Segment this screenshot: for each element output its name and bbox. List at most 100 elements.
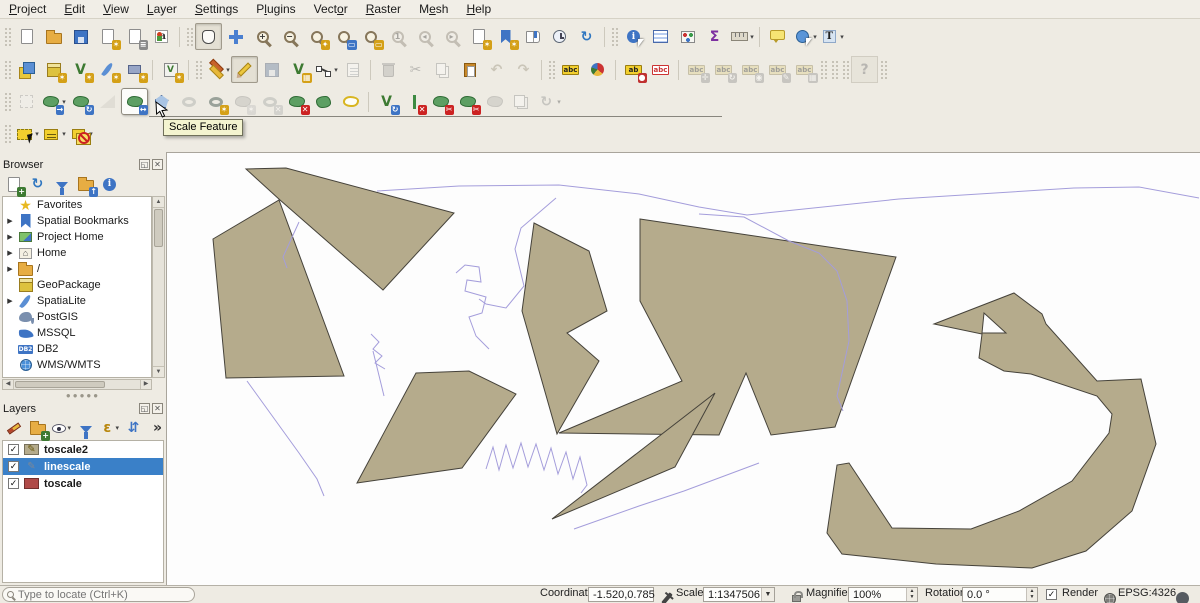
show-layout-manager-button[interactable]: ≡ — [121, 23, 148, 50]
trim-extend-feature-button[interactable]: ✕ — [400, 88, 427, 115]
browser-item-project-home[interactable]: ▶Project Home — [3, 229, 151, 245]
layer-item-toscale[interactable]: ✓toscale — [3, 475, 163, 492]
expander-icon[interactable]: ▶ — [6, 297, 14, 305]
menu-mesh[interactable]: Mesh — [410, 0, 457, 18]
merge-attributes-button[interactable] — [508, 88, 535, 115]
pan-map-button[interactable] — [195, 23, 222, 50]
toolbar-drag-handle[interactable] — [820, 60, 827, 80]
save-project-button[interactable] — [67, 23, 94, 50]
scroll-down-arrow[interactable]: ▼ — [153, 366, 164, 377]
menu-view[interactable]: View — [94, 0, 138, 18]
rotate-feature-button[interactable]: ↻ — [67, 88, 94, 115]
text-annotation-dropdown-icon[interactable]: ▾ — [840, 33, 844, 41]
current-edits-dropdown-icon[interactable]: ▾ — [226, 66, 230, 74]
toolbar-drag-handle[interactable] — [842, 60, 849, 80]
add-part-button[interactable]: ✶ — [229, 88, 256, 115]
nominatim-geocoder-button[interactable]: ▾ — [791, 23, 818, 50]
vertex-tool-button[interactable]: ▾ — [312, 56, 339, 83]
undo-button[interactable]: ↶ — [483, 56, 510, 83]
toolbar-drag-handle[interactable] — [186, 27, 193, 47]
toggle-editing-button[interactable] — [231, 56, 258, 83]
toolbar-drag-handle[interactable] — [548, 60, 555, 80]
browser-item-wms-wmts[interactable]: WMS/WMTS — [3, 357, 151, 373]
scroll-thumb[interactable] — [15, 381, 105, 388]
reverse-line-button[interactable]: V↻ — [373, 88, 400, 115]
show-spatial-bookmarks-button[interactable]: ✶ — [492, 23, 519, 50]
browser-float-button[interactable]: ◱ — [139, 159, 150, 170]
scroll-up-arrow[interactable]: ▲ — [153, 197, 164, 208]
style-manager-button[interactable]: a — [148, 23, 175, 50]
browser-item-home[interactable]: ▶⌂Home — [3, 245, 151, 261]
select-features-dropdown-icon[interactable]: ▾ — [35, 130, 39, 138]
crs-globe-icon[interactable] — [1100, 589, 1120, 603]
new-geojson-layer-button[interactable]: ✶ — [94, 56, 121, 83]
rotate-label-button[interactable]: abc↻ — [710, 56, 737, 83]
rotate-point-symbols-button[interactable]: ↻▾ — [535, 88, 562, 115]
rotation-spinner[interactable]: 0.0 ° ▲▼ — [962, 587, 1038, 602]
fill-ring-button[interactable]: ✶ — [202, 88, 229, 115]
move-label-button[interactable]: abc✛ — [683, 56, 710, 83]
offset-curve-button[interactable] — [337, 88, 364, 115]
menu-edit[interactable]: Edit — [55, 0, 94, 18]
locator-input[interactable] — [18, 589, 178, 601]
copy-features-button[interactable] — [429, 56, 456, 83]
add-ring-button[interactable] — [175, 88, 202, 115]
diagram-options-button[interactable]: abc▦ — [791, 56, 818, 83]
scale-combo[interactable]: 1:1347506 ▼ — [703, 587, 775, 602]
modify-attributes-button[interactable] — [339, 56, 366, 83]
expander-icon[interactable]: ▶ — [6, 249, 14, 257]
scroll-left-arrow[interactable]: ◀ — [3, 380, 14, 389]
zoom-to-layer-button[interactable]: ▭ — [357, 23, 384, 50]
change-label-properties-button[interactable]: abc✎ — [764, 56, 791, 83]
layer-item-linescale[interactable]: ✓✎linescale — [3, 458, 163, 475]
manage-map-themes-button[interactable]: ▾ — [51, 418, 72, 439]
show-hide-labels-button[interactable]: abc◉ — [737, 56, 764, 83]
panel-splitter[interactable]: ●●●●● — [0, 392, 166, 398]
browser-add-selected-layers-button[interactable]: + — [3, 174, 24, 195]
rotate-point-symbols-dropdown-icon[interactable]: ▾ — [557, 98, 561, 106]
layers-close-button[interactable]: ✕ — [152, 403, 163, 414]
browser-filter-button[interactable] — [51, 174, 72, 195]
layer-labeling-options-button[interactable]: abc — [557, 56, 584, 83]
layer-visibility-checkbox[interactable]: ✓ — [8, 461, 19, 472]
browser-properties-button[interactable]: i — [99, 174, 120, 195]
field-calculator-button[interactable] — [674, 23, 701, 50]
show-bookmark-manager-button[interactable] — [519, 23, 546, 50]
delete-part-button[interactable]: ✕ — [283, 88, 310, 115]
layer-diagram-options-button[interactable] — [584, 56, 611, 83]
new-spatial-bookmark-button[interactable]: ✶ — [465, 23, 492, 50]
toolbar-drag-handle[interactable] — [4, 124, 11, 144]
measure-button[interactable]: ▾ — [728, 23, 755, 50]
help-contents-button[interactable]: ? — [851, 56, 878, 83]
zoom-in-button[interactable]: + — [249, 23, 276, 50]
render-checkbox[interactable]: ✓ — [1046, 589, 1057, 600]
pin-unpin-labels-button[interactable]: ab● — [620, 56, 647, 83]
filter-legend-button[interactable] — [75, 418, 96, 439]
layer-item-toscale2[interactable]: ✓✎toscale2 — [3, 441, 163, 458]
select-by-form-button[interactable]: ▾ — [40, 121, 67, 148]
split-parts-button[interactable]: ✂ — [454, 88, 481, 115]
coordinate-box[interactable]: -1.520,0.785 — [588, 587, 654, 602]
new-virtual-layer-button[interactable]: V✶ — [157, 56, 184, 83]
delete-selected-button[interactable] — [375, 56, 402, 83]
locator-search[interactable] — [2, 587, 195, 602]
menu-vector[interactable]: Vector — [305, 0, 357, 18]
add-polygon-feature-button[interactable]: V▦ — [285, 56, 312, 83]
zoom-last-button[interactable]: ◂ — [411, 23, 438, 50]
toolbar-drag-handle[interactable] — [195, 60, 202, 80]
menu-layer[interactable]: Layer — [138, 0, 186, 18]
filter-by-expression-dropdown-icon[interactable]: ▾ — [115, 424, 119, 432]
pan-to-selection-button[interactable] — [222, 23, 249, 50]
layer-visibility-checkbox[interactable]: ✓ — [8, 444, 19, 455]
menu-plugins[interactable]: Plugins — [247, 0, 304, 18]
expander-icon[interactable]: ▶ — [6, 265, 14, 273]
expander-icon[interactable]: ▶ — [6, 217, 14, 225]
chevron-down-icon[interactable]: ▼ — [761, 588, 774, 601]
trim-extend-button[interactable] — [94, 88, 121, 115]
enable-advanced-digitizing-button[interactable] — [13, 88, 40, 115]
highlight-pinned-labels-button[interactable]: abc — [647, 56, 674, 83]
map-tips-button[interactable] — [764, 23, 791, 50]
browser-item-spatial-bookmarks[interactable]: ▶Spatial Bookmarks — [3, 213, 151, 229]
open-layer-styling-button[interactable] — [3, 418, 24, 439]
scroll-thumb[interactable] — [154, 209, 163, 247]
